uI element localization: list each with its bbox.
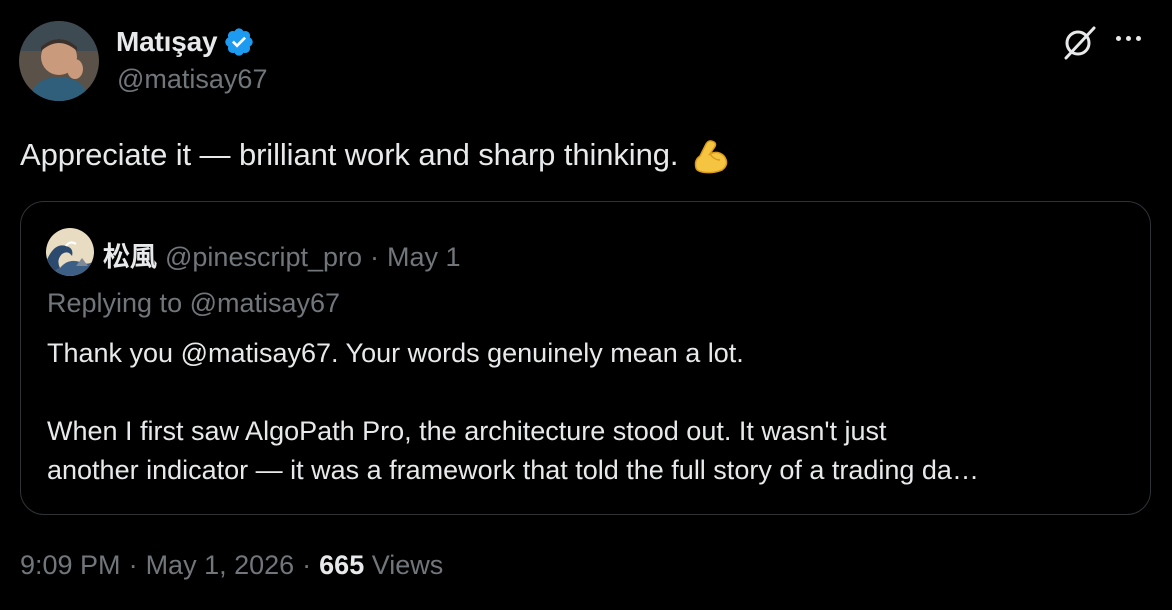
quoted-tweet-card[interactable]: 松風 @pinescript_pro · May 1 Replying to @… — [20, 201, 1151, 515]
quoted-separator: · — [370, 242, 380, 272]
author-handle[interactable]: @matisay67 — [117, 64, 267, 95]
quoted-display-name[interactable]: 松風 — [103, 235, 157, 274]
dot-icon — [1136, 36, 1141, 41]
author-name-row[interactable]: Matışay — [116, 26, 255, 58]
quoted-date[interactable]: May 1 — [387, 242, 461, 273]
quoted-text: Thank you @matisay67. Your words genuine… — [47, 334, 1137, 490]
tweet-time[interactable]: 9:09 PM — [20, 550, 121, 581]
verified-badge-icon — [223, 26, 255, 58]
quoted-author-avatar[interactable] — [46, 228, 94, 276]
tweet-date[interactable]: May 1, 2026 — [146, 550, 295, 581]
replying-handle[interactable]: @matisay67 — [190, 288, 340, 318]
grok-icon[interactable] — [1060, 24, 1098, 60]
tweet: Matışay @matisay67 Appreciate it — brill… — [0, 0, 1172, 610]
wave-painting-avatar — [46, 228, 94, 276]
tweet-text: Appreciate it — brilliant work and sharp… — [20, 134, 732, 176]
quoted-paragraph-2-line-2: another indicator — it was a framework t… — [47, 455, 979, 485]
views-stat[interactable]: 665 Views — [319, 550, 443, 581]
quoted-header: 松風 @pinescript_pro · May 1 — [103, 235, 461, 274]
user-avatar-photo — [19, 21, 99, 101]
meta-separator: · — [302, 550, 312, 580]
quoted-paragraph-1: Thank you @matisay67. Your words genuine… — [47, 338, 744, 368]
dot-icon — [1116, 36, 1121, 41]
quoted-replying-to: Replying to @matisay67 — [47, 288, 340, 319]
author-avatar[interactable] — [19, 21, 99, 101]
author-display-name[interactable]: Matışay — [116, 26, 218, 58]
views-label: Views — [371, 550, 444, 580]
meta-separator: · — [128, 550, 138, 580]
more-options-icon[interactable] — [1116, 36, 1141, 41]
quoted-paragraph-2-line-1: When I first saw AlgoPath Pro, the archi… — [47, 416, 887, 446]
replying-label: Replying to — [47, 288, 183, 318]
dot-icon — [1126, 36, 1131, 41]
flexed-biceps-icon — [690, 134, 732, 176]
views-count: 665 — [319, 550, 365, 580]
tweet-meta: 9:09 PM · May 1, 2026 · 665 Views — [20, 550, 443, 581]
tweet-text-content: Appreciate it — brilliant work and sharp… — [20, 137, 679, 172]
quoted-handle[interactable]: @pinescript_pro — [165, 242, 362, 273]
